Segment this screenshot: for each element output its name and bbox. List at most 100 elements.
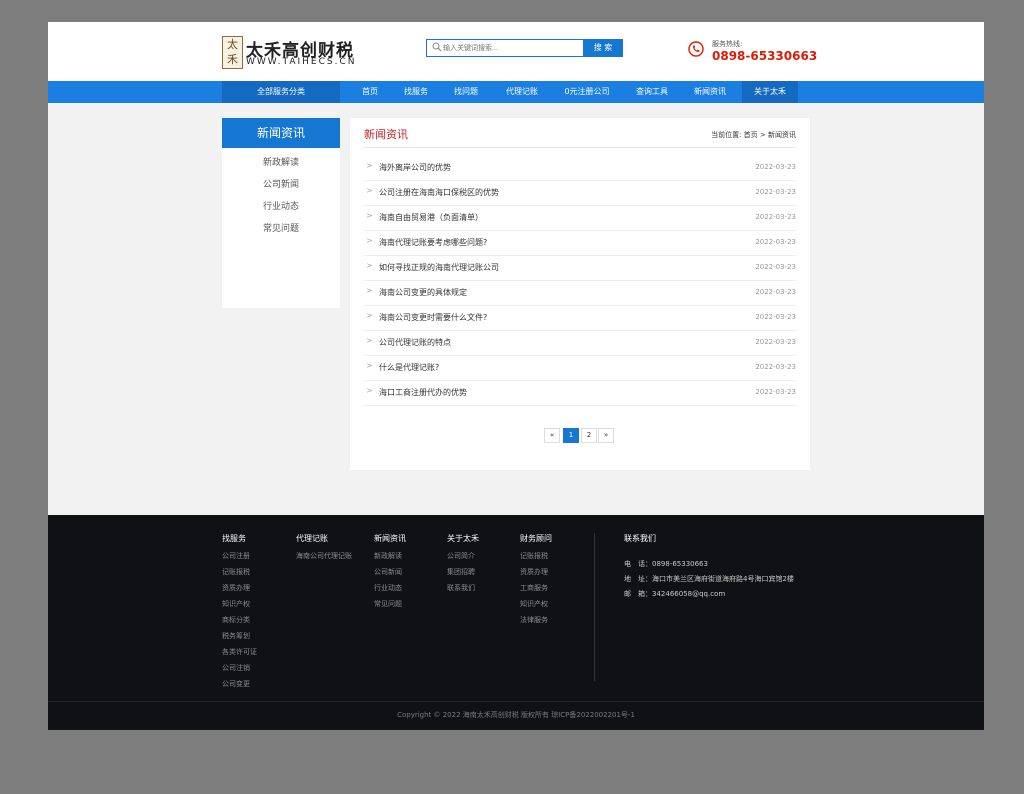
contact-phone: 电 话：0898-65330663 [624, 560, 708, 568]
nav-item-services[interactable]: 找服务 [394, 81, 438, 103]
footer-column-services: 找服务 公司注册 记账报税 资质办理 知识产权 商标分类 税务筹划 各类许可证 … [222, 533, 257, 695]
footer-heading: 关于太禾 [447, 534, 479, 543]
search-box[interactable] [426, 39, 584, 57]
article-title[interactable]: 海南代理记账要考虑哪些问题? [379, 237, 487, 248]
nav-item-home[interactable]: 首页 [348, 81, 392, 103]
sidebar-item-policy[interactable]: 新政解读 [222, 155, 340, 168]
footer-link[interactable]: 各类许可证 [222, 647, 257, 663]
list-item[interactable]: > 如何寻找正规的海南代理记账公司 2022-03-23 [364, 255, 796, 281]
nav-item-bookkeeping[interactable]: 代理记账 [498, 81, 546, 103]
title-divider [364, 147, 796, 148]
article-title[interactable]: 公司注册在海南海口保税区的优势 [379, 187, 499, 198]
main-nav: 全部服务分类 首页 找服务 找问题 代理记账 0元注册公司 查询工具 新闻资讯 … [48, 81, 984, 103]
article-date: 2022-03-23 [755, 363, 796, 371]
footer-heading: 找服务 [222, 534, 246, 543]
footer-link[interactable]: 法律服务 [520, 615, 552, 631]
header: 太禾 太禾高创财税 WWW.TAIHECS.CN 搜 索 服务热线: 0898-… [48, 22, 984, 81]
pagination-next-button[interactable]: » [598, 428, 614, 443]
chevron-right-icon: > [366, 386, 373, 395]
article-title[interactable]: 海外离岸公司的优势 [379, 162, 451, 173]
footer-link[interactable]: 公司新闻 [374, 567, 406, 583]
list-item[interactable]: > 什么是代理记账? 2022-03-23 [364, 355, 796, 381]
nav-item-questions[interactable]: 找问题 [444, 81, 488, 103]
footer-link[interactable]: 知识产权 [222, 599, 257, 615]
footer-link[interactable]: 新政解读 [374, 551, 406, 567]
article-date: 2022-03-23 [755, 163, 796, 171]
breadcrumb[interactable]: 当前位置: 首页 > 新闻资讯 [711, 130, 796, 140]
footer-contact: 联系我们 电 话：0898-65330663 地 址：海口市美兰区海府街道海府路… [624, 533, 794, 604]
footer-link[interactable]: 公司注销 [222, 663, 257, 679]
article-title[interactable]: 海南自由贸易港（负面清单） [379, 212, 483, 223]
list-item[interactable]: > 海外离岸公司的优势 2022-03-23 [364, 155, 796, 181]
nav-item-tools[interactable]: 查询工具 [628, 81, 676, 103]
footer-link[interactable]: 常见问题 [374, 599, 406, 615]
search-input[interactable] [443, 40, 579, 56]
list-item[interactable]: > 海南自由贸易港（负面清单） 2022-03-23 [364, 205, 796, 231]
article-title[interactable]: 海南公司变更时需要什么文件? [379, 312, 487, 323]
article-title[interactable]: 如何寻找正规的海南代理记账公司 [379, 262, 499, 273]
sidebar-item-faq[interactable]: 常见问题 [222, 221, 340, 234]
article-date: 2022-03-23 [755, 388, 796, 396]
footer-link[interactable]: 税务筹划 [222, 631, 257, 647]
nav-item-news[interactable]: 新闻资讯 [686, 81, 734, 103]
footer-link[interactable]: 集团招聘 [447, 567, 479, 583]
chevron-right-icon: > [366, 186, 373, 195]
chevron-right-icon: > [366, 361, 373, 370]
article-date: 2022-03-23 [755, 338, 796, 346]
footer-link[interactable]: 商标分类 [222, 615, 257, 631]
article-date: 2022-03-23 [755, 288, 796, 296]
contact-email: 邮 箱：342466058@qq.com [624, 590, 726, 598]
article-title[interactable]: 海口工商注册代办的优势 [379, 387, 467, 398]
footer-link[interactable]: 行业动态 [374, 583, 406, 599]
footer-link[interactable]: 记账报税 [520, 551, 552, 567]
footer-link[interactable]: 工商服务 [520, 583, 552, 599]
footer-divider [594, 533, 595, 681]
nav-item-free-registration[interactable]: 0元注册公司 [556, 81, 618, 103]
footer-link[interactable]: 海南公司代理记账 [296, 551, 352, 567]
search-icon [432, 42, 442, 52]
footer-link[interactable]: 联系我们 [447, 583, 479, 599]
list-item[interactable]: > 海南公司变更的具体规定 2022-03-23 [364, 280, 796, 306]
footer-link[interactable]: 资质办理 [222, 583, 257, 599]
chevron-right-icon: > [366, 236, 373, 245]
footer-divider [48, 701, 984, 702]
sidebar-item-industry[interactable]: 行业动态 [222, 199, 340, 212]
pagination-prev-button[interactable]: « [544, 428, 560, 443]
list-item[interactable]: > 海南公司变更时需要什么文件? 2022-03-23 [364, 305, 796, 331]
footer-link[interactable]: 记账报税 [222, 567, 257, 583]
pagination-page-button[interactable]: 1 [563, 428, 579, 443]
article-title[interactable]: 海南公司变更的具体规定 [379, 287, 467, 298]
sidebar-item-company-news[interactable]: 公司新闻 [222, 177, 340, 190]
footer-link[interactable]: 公司注册 [222, 551, 257, 567]
sidebar-title: 新闻资讯 [222, 118, 340, 148]
footer-column-about: 关于太禾 公司简介 集团招聘 联系我们 [447, 533, 479, 599]
pagination-page-button[interactable]: 2 [581, 428, 597, 443]
footer-column-bookkeeping: 代理记账 海南公司代理记账 [296, 533, 352, 567]
search-button[interactable]: 搜 索 [583, 39, 623, 57]
article-title[interactable]: 什么是代理记账? [379, 362, 439, 373]
list-item[interactable]: > 公司注册在海南海口保税区的优势 2022-03-23 [364, 180, 796, 206]
chevron-right-icon: > [366, 211, 373, 220]
footer-link[interactable]: 公司简介 [447, 551, 479, 567]
logo-subtitle: WWW.TAIHECS.CN [246, 57, 357, 67]
footer-link[interactable]: 知识产权 [520, 599, 552, 615]
footer-column-news: 新闻资讯 新政解读 公司新闻 行业动态 常见问题 [374, 533, 406, 615]
article-title[interactable]: 公司代理记账的特点 [379, 337, 451, 348]
footer-link[interactable]: 公司变更 [222, 679, 257, 695]
sidebar: 新闻资讯 新政解读 公司新闻 行业动态 常见问题 [222, 118, 340, 308]
list-item[interactable]: > 公司代理记账的特点 2022-03-23 [364, 330, 796, 356]
footer-heading: 联系我们 [624, 534, 656, 543]
article-date: 2022-03-23 [755, 263, 796, 271]
all-categories-button[interactable]: 全部服务分类 [222, 81, 340, 103]
footer-column-finance: 财务顾问 记账报税 资质办理 工商服务 知识产权 法律服务 [520, 533, 552, 631]
footer-heading: 财务顾问 [520, 534, 552, 543]
list-item[interactable]: > 海南代理记账要考虑哪些问题? 2022-03-23 [364, 230, 796, 256]
contact-address: 地 址：海口市美兰区海府街道海府路4号海口宾馆2楼 [624, 575, 794, 583]
article-date: 2022-03-23 [755, 313, 796, 321]
copyright: Copyright © 2022 海南太禾高创财税 版权所有 琼ICP备2022… [397, 711, 635, 719]
nav-item-about[interactable]: 关于太禾 [742, 81, 798, 103]
footer-link[interactable]: 资质办理 [520, 567, 552, 583]
logo-icon[interactable]: 太禾 [222, 36, 243, 69]
news-list-panel: 新闻资讯 当前位置: 首页 > 新闻资讯 > 海外离岸公司的优势 2022-03-2… [350, 118, 810, 470]
list-item[interactable]: > 海口工商注册代办的优势 2022-03-23 [364, 380, 796, 406]
